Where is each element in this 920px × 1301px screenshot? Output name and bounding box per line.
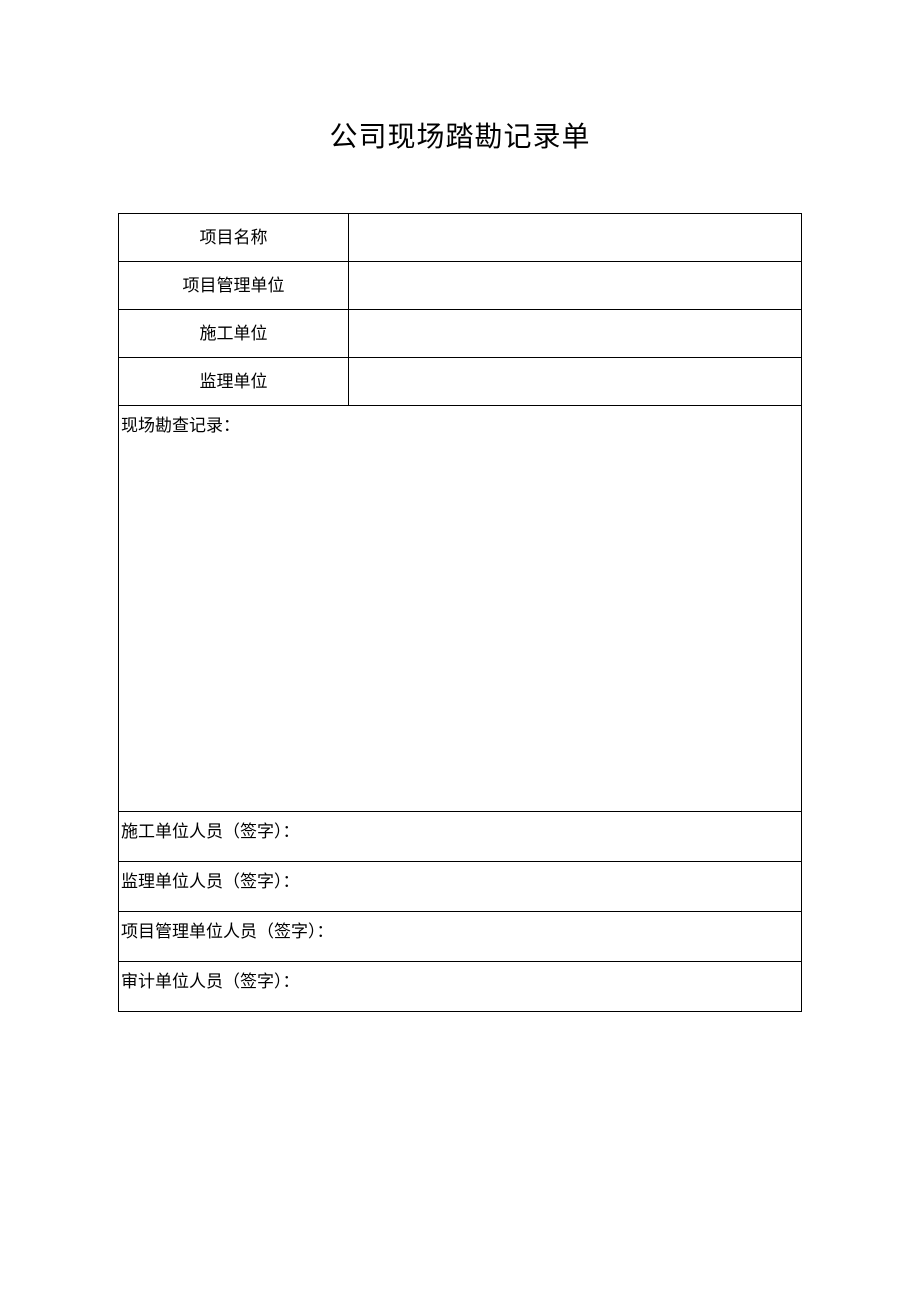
supervision-unit-label: 监理单位 — [119, 358, 349, 406]
project-name-label: 项目名称 — [119, 214, 349, 262]
project-name-value[interactable] — [349, 214, 802, 262]
table-row: 审计单位人员（签字）： — [119, 962, 802, 1012]
document-title: 公司现场踏勘记录单 — [118, 115, 802, 155]
table-row: 现场勘查记录： — [119, 406, 802, 812]
table-row: 施工单位 — [119, 310, 802, 358]
supervision-unit-value[interactable] — [349, 358, 802, 406]
pm-signature-cell[interactable]: 项目管理单位人员（签字）： — [119, 912, 802, 962]
record-form-table: 项目名称 项目管理单位 施工单位 监理单位 现场勘查记录： 施工单位人员（签字）… — [118, 213, 802, 1012]
pm-unit-label: 项目管理单位 — [119, 262, 349, 310]
table-row: 施工单位人员（签字）： — [119, 812, 802, 862]
construction-unit-label: 施工单位 — [119, 310, 349, 358]
construction-signature-cell[interactable]: 施工单位人员（签字）： — [119, 812, 802, 862]
table-row: 项目名称 — [119, 214, 802, 262]
table-row: 监理单位 — [119, 358, 802, 406]
table-row: 项目管理单位人员（签字）： — [119, 912, 802, 962]
supervision-signature-cell[interactable]: 监理单位人员（签字）： — [119, 862, 802, 912]
table-row: 项目管理单位 — [119, 262, 802, 310]
construction-unit-value[interactable] — [349, 310, 802, 358]
pm-unit-value[interactable] — [349, 262, 802, 310]
audit-signature-cell[interactable]: 审计单位人员（签字）： — [119, 962, 802, 1012]
survey-record-cell[interactable]: 现场勘查记录： — [119, 406, 802, 812]
table-row: 监理单位人员（签字）： — [119, 862, 802, 912]
